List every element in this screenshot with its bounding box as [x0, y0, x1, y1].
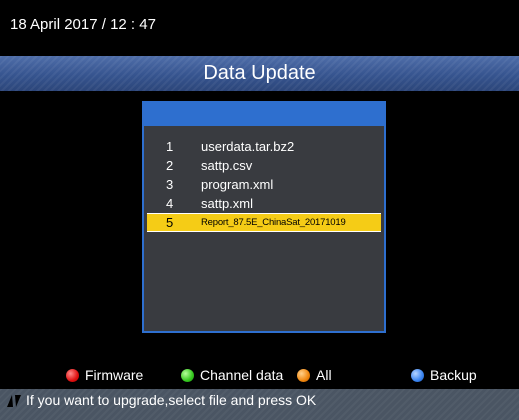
- file-number: 3: [166, 177, 174, 192]
- file-list-panel: 1 userdata.tar.bz2 2 sattp.csv 3 program…: [142, 101, 386, 333]
- datetime: 18 April 2017 / 12 : 47: [10, 16, 156, 33]
- red-circle-icon: [66, 369, 79, 382]
- all-key[interactable]: All: [297, 366, 332, 384]
- file-name: userdata.tar.bz2: [201, 139, 295, 154]
- file-name: Report_87.5E_ChinaSat_20171019: [201, 217, 346, 228]
- blue-circle-icon: [411, 369, 424, 382]
- up-down-arrows-icon: [6, 392, 22, 414]
- backup-label: Backup: [430, 367, 477, 383]
- all-label: All: [316, 367, 332, 383]
- list-item[interactable]: 3 program.xml: [144, 175, 384, 194]
- page-title: Data Update: [203, 62, 316, 84]
- firmware-key[interactable]: Firmware: [66, 366, 143, 384]
- file-number: 1: [166, 139, 174, 154]
- channel-data-key[interactable]: Channel data: [181, 366, 283, 384]
- title-bar: Data Update: [0, 56, 519, 91]
- list-item[interactable]: 4 sattp.xml: [144, 194, 384, 213]
- status-hint: If you want to upgrade,select file and p…: [26, 392, 317, 408]
- file-name: program.xml: [201, 177, 274, 192]
- color-key-legend: Firmware Channel data All Backup: [0, 366, 519, 386]
- status-bar: If you want to upgrade,select file and p…: [0, 389, 519, 420]
- file-list-header: [144, 103, 384, 126]
- file-list: 1 userdata.tar.bz2 2 sattp.csv 3 program…: [144, 137, 384, 232]
- backup-key[interactable]: Backup: [411, 366, 477, 384]
- green-circle-icon: [181, 369, 194, 382]
- list-item[interactable]: 1 userdata.tar.bz2: [144, 137, 384, 156]
- file-number: 4: [166, 196, 174, 211]
- file-number: 2: [166, 158, 174, 173]
- file-name: sattp.xml: [201, 196, 254, 211]
- list-item-selected[interactable]: 5 Report_87.5E_ChinaSat_20171019: [147, 213, 381, 232]
- channel-data-label: Channel data: [200, 367, 284, 383]
- list-item[interactable]: 2 sattp.csv: [144, 156, 384, 175]
- orange-circle-icon: [297, 369, 310, 382]
- firmware-label: Firmware: [85, 367, 144, 383]
- file-name: sattp.csv: [201, 158, 253, 173]
- file-number: 5: [166, 215, 174, 230]
